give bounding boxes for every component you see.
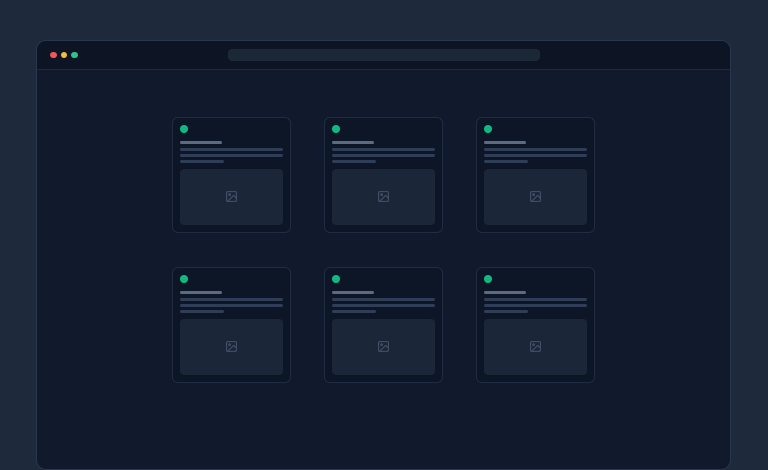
skeleton-line-short (484, 310, 528, 313)
skeleton-line-short (180, 160, 224, 163)
status-dot-icon (332, 125, 340, 133)
skeleton-title (484, 141, 526, 144)
skeleton-line (332, 298, 435, 301)
page-content (37, 117, 730, 470)
skeleton-title (332, 291, 374, 294)
image-placeholder (180, 319, 283, 376)
window-titlebar (37, 41, 730, 70)
status-dot-icon (484, 125, 492, 133)
skeleton-line-short (180, 310, 224, 313)
minimize-button[interactable] (61, 52, 68, 59)
image-placeholder (332, 169, 435, 226)
status-dot-icon (180, 275, 188, 283)
card-grid (172, 117, 595, 383)
url-bar[interactable] (228, 49, 540, 61)
skeleton-line (180, 304, 283, 307)
maximize-button[interactable] (71, 52, 78, 59)
image-placeholder (484, 169, 587, 226)
skeleton-line (332, 148, 435, 151)
card[interactable] (172, 117, 291, 233)
skeleton-title (484, 291, 526, 294)
browser-window (36, 40, 731, 470)
image-placeholder (332, 319, 435, 376)
card[interactable] (476, 117, 595, 233)
skeleton-line (180, 154, 283, 157)
status-dot-icon (484, 275, 492, 283)
skeleton-line (180, 298, 283, 301)
image-placeholder-icon (225, 190, 238, 203)
close-button[interactable] (50, 52, 57, 59)
skeleton-line (332, 304, 435, 307)
status-dot-icon (332, 275, 340, 283)
skeleton-line (484, 298, 587, 301)
card[interactable] (476, 267, 595, 383)
skeleton-line-short (484, 160, 528, 163)
image-placeholder-icon (377, 340, 390, 353)
skeleton-line (180, 148, 283, 151)
image-placeholder (484, 319, 587, 376)
skeleton-line (484, 154, 587, 157)
skeleton-line-short (332, 160, 376, 163)
skeleton-title (180, 141, 222, 144)
card[interactable] (324, 117, 443, 233)
image-placeholder-icon (529, 190, 542, 203)
image-placeholder-icon (529, 340, 542, 353)
image-placeholder (180, 169, 283, 226)
image-placeholder-icon (377, 190, 390, 203)
skeleton-title (332, 141, 374, 144)
skeleton-line (484, 304, 587, 307)
image-placeholder-icon (225, 340, 238, 353)
status-dot-icon (180, 125, 188, 133)
skeleton-line (484, 148, 587, 151)
traffic-lights (50, 52, 78, 59)
skeleton-line-short (332, 310, 376, 313)
skeleton-line (332, 154, 435, 157)
card[interactable] (324, 267, 443, 383)
card[interactable] (172, 267, 291, 383)
skeleton-title (180, 291, 222, 294)
